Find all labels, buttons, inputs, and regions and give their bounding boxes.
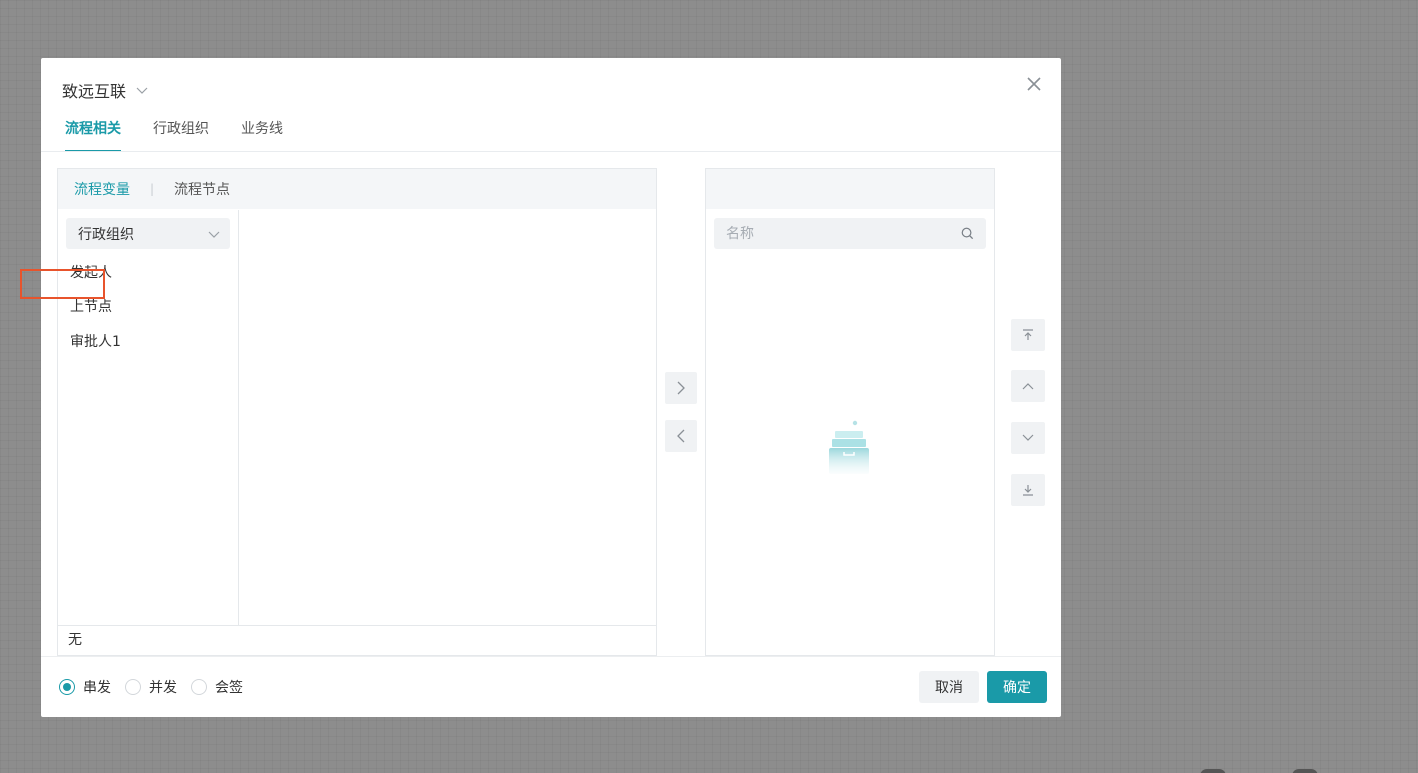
tab-bar: 流程相关 行政组织 业务线 — [65, 118, 283, 152]
mode-serial-label: 串发 — [83, 680, 111, 696]
variable-item-approver[interactable]: 审批人1 — [70, 329, 144, 355]
move-top-icon — [1023, 329, 1033, 340]
selection-summary: 无 — [58, 625, 656, 655]
org-type-select[interactable]: 行政组织 — [66, 218, 230, 249]
sub-tab-bar: 流程变量 | 流程节点 — [58, 169, 656, 209]
close-icon[interactable] — [1023, 73, 1045, 95]
tab-process[interactable]: 流程相关 — [65, 118, 121, 152]
empty-box-icon — [829, 420, 869, 474]
move-up-icon — [1022, 383, 1034, 390]
radio-dot — [125, 679, 141, 695]
move-to-top-button[interactable] — [1011, 319, 1045, 351]
chevron-down-icon — [136, 87, 148, 94]
confirm-button[interactable]: 确定 — [987, 671, 1047, 703]
mode-countersign-label: 会签 — [215, 680, 243, 696]
member-select-dialog: 致远互联 流程相关 行政组织 业务线 流程变量 | 流程节点 行政组织 发起人 … — [41, 58, 1061, 717]
radio-dot — [59, 679, 75, 695]
cancel-button[interactable]: 取消 — [919, 671, 979, 703]
arrow-right-icon — [677, 381, 685, 395]
tab-business-line[interactable]: 业务线 — [241, 118, 283, 152]
background-toggle — [1292, 769, 1318, 773]
search-icon[interactable] — [960, 226, 975, 241]
background-toggle — [1200, 769, 1226, 773]
selected-panel — [705, 168, 995, 656]
chevron-down-icon — [208, 231, 220, 238]
footer-divider — [41, 656, 1061, 657]
mode-parallel-label: 并发 — [149, 680, 177, 696]
sub-tab-process-nodes[interactable]: 流程节点 — [174, 179, 230, 199]
mode-countersign-radio[interactable]: 会签 — [191, 677, 243, 697]
mode-serial-radio[interactable]: 串发 — [59, 677, 111, 697]
search-box — [714, 218, 986, 249]
sub-tab-separator: | — [150, 182, 155, 196]
source-panel: 流程变量 | 流程节点 行政组织 发起人 上节点 审批人1 无 — [57, 168, 657, 656]
selected-panel-header — [706, 169, 994, 209]
move-up-button[interactable] — [1011, 370, 1045, 402]
move-bottom-icon — [1023, 485, 1033, 496]
remove-from-selected-button[interactable] — [665, 420, 697, 452]
tabs-divider — [41, 151, 1061, 152]
background-footer — [1140, 761, 1418, 773]
radio-dot — [191, 679, 207, 695]
search-input[interactable] — [714, 218, 954, 249]
company-selector[interactable]: 致远互联 — [62, 78, 148, 102]
org-type-value: 行政组织 — [78, 226, 134, 243]
add-to-selected-button[interactable] — [665, 372, 697, 404]
move-down-icon — [1022, 434, 1034, 441]
column-divider — [238, 210, 239, 626]
company-name: 致远互联 — [62, 82, 127, 101]
mode-parallel-radio[interactable]: 并发 — [125, 677, 177, 697]
highlight-box — [20, 269, 105, 299]
tab-admin-org[interactable]: 行政组织 — [153, 118, 209, 152]
approval-mode-group: 串发 并发 会签 — [59, 675, 243, 699]
sub-tab-process-variables[interactable]: 流程变量 — [74, 179, 130, 199]
move-to-bottom-button[interactable] — [1011, 474, 1045, 506]
arrow-left-icon — [677, 429, 685, 443]
move-down-button[interactable] — [1011, 422, 1045, 454]
